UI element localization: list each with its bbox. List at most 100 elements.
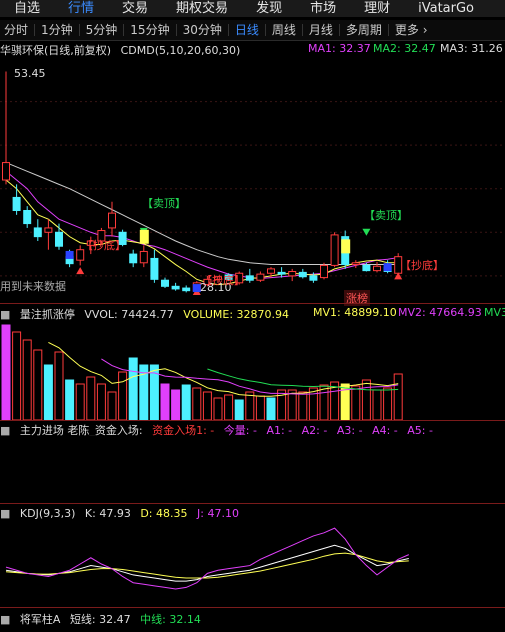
volume-bar: [266, 397, 276, 420]
volume-bar: [43, 364, 53, 420]
buy-signal-label-3: 【抄底】: [400, 259, 444, 272]
candle: [373, 265, 381, 272]
kdj-chart[interactable]: [0, 521, 505, 607]
candle: [139, 250, 148, 264]
panel-divider: [0, 503, 505, 504]
volume-bar: [22, 339, 32, 420]
volume-bar: [33, 349, 43, 420]
signal-dot: [65, 250, 74, 259]
nav-item-3[interactable]: 期权交易: [162, 0, 242, 17]
tab-separator: [301, 24, 303, 36]
panel-divider: [0, 420, 505, 421]
buy-signal-label: 【抄底】: [82, 239, 126, 252]
period-tab-4[interactable]: 30分钟: [179, 20, 226, 40]
volume-bar: [192, 387, 202, 420]
volume-bar: [319, 384, 329, 420]
expand-icon[interactable]: ■: [0, 507, 10, 520]
mv2-value: MV2: 47664.93: [398, 306, 482, 319]
tab-separator: [78, 24, 80, 36]
candle: [362, 264, 371, 272]
volume-bar: [96, 383, 106, 420]
nav-item-5[interactable]: 市场: [296, 0, 350, 17]
high-price-label: 53.45: [14, 67, 46, 80]
candle: [44, 227, 53, 233]
buy-signal-label-2: 【抄底】: [201, 274, 245, 287]
buy-arrow: [76, 267, 85, 275]
candle: [288, 271, 297, 277]
volume-bar: [54, 351, 64, 420]
vvol-value: VVOL: 74424.77: [84, 308, 174, 320]
kdj-d-value: D: 48.35: [140, 507, 188, 520]
general-panel-header: ■ 将军柱A 短线: 32.47 中线: 32.14: [0, 611, 505, 625]
nav-item-2[interactable]: 交易: [108, 0, 162, 17]
candle: [55, 231, 63, 247]
fund-indicator-name[interactable]: 主力进场 老陈_资金入场:: [20, 424, 143, 436]
kdj-indicator-name[interactable]: KDJ(9,3,3): [20, 507, 76, 520]
indicator-name[interactable]: CDMD(5,10,20,60,30): [121, 44, 241, 56]
expand-icon[interactable]: ■: [0, 308, 10, 320]
a3-value: A3: -: [336, 424, 363, 436]
candle: [298, 271, 307, 278]
volume-bar: [351, 385, 361, 420]
mv3-value: MV3: [484, 306, 505, 319]
volume-bar: [65, 379, 75, 420]
period-tabs: 分时 1分钟 5分钟 15分钟 30分钟 日线 周线 月线 多周期 更多 ›: [0, 20, 505, 41]
tab-separator: [175, 24, 177, 36]
candle: [309, 275, 318, 281]
ma3-line: [5, 162, 399, 266]
panel-divider: [0, 607, 505, 608]
period-tab-0[interactable]: 分时: [0, 20, 32, 40]
d-line: [5, 552, 409, 579]
candle: [267, 268, 275, 274]
candle: [33, 227, 42, 238]
period-tab-2[interactable]: 5分钟: [82, 20, 122, 40]
nav-item-6[interactable]: 理财: [350, 0, 404, 17]
volume-bar: [107, 391, 117, 420]
volume-bar: [255, 395, 265, 420]
volume-indicator-name[interactable]: 量注抓涨停: [20, 308, 75, 320]
candle: [351, 262, 360, 266]
candle: [12, 196, 21, 212]
period-tab-3[interactable]: 15分钟: [126, 20, 173, 40]
volume-bar: [393, 373, 403, 420]
tab-separator: [387, 24, 389, 36]
nav-item-7[interactable]: iVatarGo: [404, 0, 488, 17]
candle: [161, 279, 169, 287]
period-tab-6[interactable]: 周线: [268, 20, 300, 40]
period-tab-7[interactable]: 月线: [305, 20, 337, 40]
candle: [171, 285, 180, 290]
expand-icon[interactable]: ■: [0, 424, 10, 436]
volume-bar: [383, 387, 393, 420]
kdj-j-value: J: 47.10: [197, 507, 239, 520]
k-line: [5, 544, 409, 582]
a1-value: A1: -: [266, 424, 293, 436]
tab-separator: [34, 24, 36, 36]
nav-item-1[interactable]: 行情: [54, 0, 108, 17]
period-tab-9[interactable]: 更多 ›: [391, 20, 432, 40]
nav-item-4[interactable]: 发现: [242, 0, 296, 17]
ma2-value: MA2: 32.47: [373, 42, 436, 55]
ma2-line: [5, 170, 399, 279]
kdj-k-value: K: 47.93: [84, 507, 131, 520]
candle: [256, 273, 265, 281]
a4-value: A4: -: [372, 424, 398, 436]
volume-panel-header: ■ 量注抓涨停 VVOL: 74424.77 VOLUME: 32870.94 …: [0, 306, 505, 320]
nav-item-0[interactable]: 自选: [0, 0, 54, 17]
candle: [129, 253, 138, 264]
candle: [277, 271, 286, 275]
short-line-value: 短线: 32.47: [69, 613, 131, 625]
period-tab-5[interactable]: 日线: [231, 20, 263, 40]
sell-signal-label: 【卖顶】: [142, 197, 186, 210]
period-tab-1[interactable]: 1分钟: [37, 20, 77, 40]
general-indicator-name[interactable]: 将军柱A: [20, 613, 61, 625]
yellow-highlight: [341, 239, 351, 254]
today-volume-value: 今量: -: [223, 424, 257, 436]
top-nav: 自选 行情 交易 期权交易 发现 市场 理财 iVatarGo: [0, 0, 505, 17]
volume-chart[interactable]: [0, 320, 505, 420]
period-tab-8[interactable]: 多周期: [342, 20, 386, 40]
stock-name[interactable]: 华骐环保(日线,前复权): [0, 44, 111, 56]
candle: [330, 234, 339, 266]
candle: [23, 210, 32, 225]
expand-icon[interactable]: ■: [0, 613, 10, 625]
sell-arrow: [362, 228, 371, 236]
